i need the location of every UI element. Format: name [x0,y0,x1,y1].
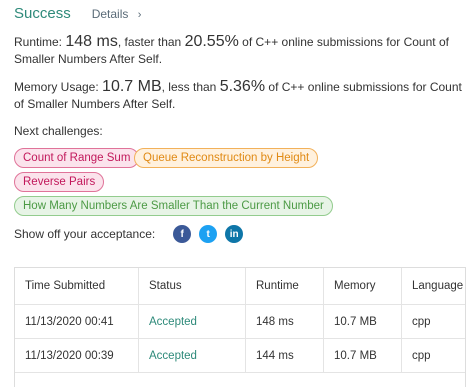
next-challenges-title: Next challenges: [14,124,103,138]
cell-status-link[interactable]: Accepted [138,305,245,338]
facebook-icon[interactable]: f [173,225,192,243]
chevron-right-icon: › [137,9,142,21]
cell-language: cpp [401,339,465,372]
submissions-table: Time Submitted Status Runtime Memory Lan… [14,267,466,387]
cell-language: cpp [401,305,465,338]
memory-stat: Memory Usage: 10.7 MB, less than 5.36% o… [14,78,466,113]
memory-connector: , less than [161,80,217,94]
linkedin-icon[interactable]: in [225,225,244,243]
cell-memory: 10.7 MB [323,339,401,372]
memory-percent: 5.36% [219,78,266,95]
result-header: Success Details › [14,5,141,22]
table-row: 11/13/2020 00:39 Accepted 144 ms 10.7 MB… [15,339,465,373]
cell-runtime: 148 ms [245,305,323,338]
cell-status-link[interactable]: Accepted [138,339,245,372]
cell-runtime: 144 ms [245,339,323,372]
runtime-connector: , faster than [117,35,182,49]
header-runtime: Runtime [245,268,323,304]
header-status: Status [138,268,245,304]
runtime-label: Runtime: [14,35,63,49]
cell-time-submitted: 11/13/2020 00:41 [25,315,114,328]
challenge-tag-reverse-pairs[interactable]: Reverse Pairs [14,172,105,192]
challenge-tag-queue-reconstruction[interactable]: Queue Reconstruction by Height [134,148,319,168]
header-language: Language [401,268,465,304]
cell-memory: 10.7 MB [323,305,401,338]
cell-time-submitted: 11/13/2020 00:39 [25,349,114,362]
challenge-tag-smaller-than-current[interactable]: How Many Numbers Are Smaller Than the Cu… [14,196,333,216]
table-row: 11/13/2020 00:41 Accepted 148 ms 10.7 MB… [15,305,465,339]
header-memory: Memory [323,268,401,304]
twitter-icon[interactable]: t [199,225,218,243]
submission-status: Success [14,5,71,22]
memory-label: Memory Usage: [14,80,99,94]
share-label: Show off your acceptance: [14,227,156,241]
runtime-value: 148 ms [65,33,118,50]
share-section: Show off your acceptance: f t in [14,225,244,243]
header-time-submitted: Time Submitted [25,280,106,292]
runtime-stat: Runtime: 148 ms, faster than 20.55% of C… [14,33,466,68]
details-link[interactable]: Details › [92,7,142,21]
challenge-tag-count-of-range-sum[interactable]: Count of Range Sum [14,148,140,168]
details-label: Details [91,7,129,21]
memory-value: 10.7 MB [102,78,162,95]
table-header-row: Time Submitted Status Runtime Memory Lan… [15,268,465,305]
runtime-percent: 20.55% [184,33,239,50]
